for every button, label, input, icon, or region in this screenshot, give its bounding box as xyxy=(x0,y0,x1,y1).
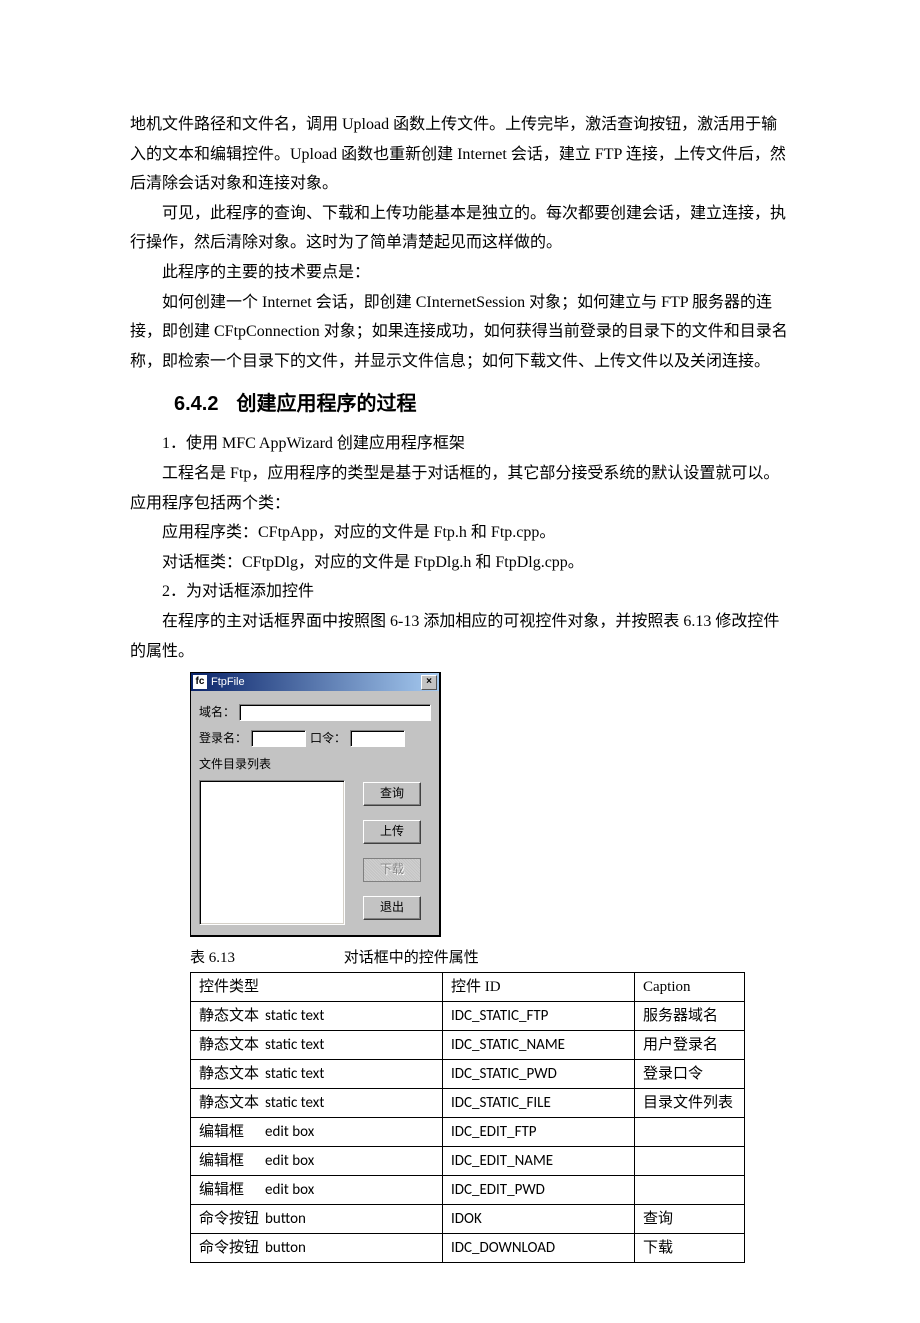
figure-dialog: fc FtpFile × 域名： 登录名： 口令： 文件目录列表 xyxy=(190,672,790,937)
table-row: 命令按钮buttonIDOK查询 xyxy=(191,1205,745,1234)
table-row: 静态文本static textIDC_STATIC_PWD登录口令 xyxy=(191,1060,745,1089)
label-filelist: 文件目录列表 xyxy=(199,753,271,775)
cell-type: 编辑框edit box xyxy=(191,1176,443,1205)
step-1-title: 1．使用 MFC AppWizard 创建应用程序框架 xyxy=(130,429,790,459)
table-row: 静态文本static textIDC_STATIC_FTP服务器域名 xyxy=(191,1002,745,1031)
th-id: 控件 ID xyxy=(443,973,635,1002)
ftpfile-dialog: fc FtpFile × 域名： 登录名： 口令： 文件目录列表 xyxy=(190,672,441,937)
table-caption: 表 6.13 对话框中的控件属性 xyxy=(190,945,790,973)
table-row: 编辑框edit boxIDC_EDIT_FTP xyxy=(191,1118,745,1147)
cell-caption: 目录文件列表 xyxy=(635,1089,745,1118)
label-login: 登录名： xyxy=(199,727,247,749)
input-domain[interactable] xyxy=(239,704,431,721)
cell-type: 静态文本static text xyxy=(191,1060,443,1089)
cell-type: 编辑框edit box xyxy=(191,1147,443,1176)
cell-id: IDC_EDIT_NAME xyxy=(443,1147,635,1176)
step-1-desc: 工程名是 Ftp，应用程序的类型是基于对话框的，其它部分接受系统的默认设置就可以… xyxy=(130,459,790,518)
page: 地机文件路径和文件名，调用 Upload 函数上传文件。上传完毕，激活查询按钮，… xyxy=(0,0,920,1323)
cell-id: IDC_EDIT_PWD xyxy=(443,1176,635,1205)
table-row: 编辑框edit boxIDC_EDIT_PWD xyxy=(191,1176,745,1205)
table-row: 静态文本static textIDC_STATIC_NAME用户登录名 xyxy=(191,1031,745,1060)
cell-type: 命令按钮button xyxy=(191,1205,443,1234)
row-login: 登录名： 口令： xyxy=(199,727,431,749)
row-filelist-label: 文件目录列表 xyxy=(199,753,431,775)
cell-type: 命令按钮button xyxy=(191,1234,443,1263)
cell-id: IDC_STATIC_NAME xyxy=(443,1031,635,1060)
input-login[interactable] xyxy=(251,730,306,747)
exit-button[interactable]: 退出 xyxy=(363,896,421,920)
cell-id: IDC_STATIC_PWD xyxy=(443,1060,635,1089)
input-password[interactable] xyxy=(350,730,405,747)
cell-caption xyxy=(635,1176,745,1205)
table-header-row: 控件类型 控件 ID Caption xyxy=(191,973,745,1002)
dialog-titlebar: fc FtpFile × xyxy=(191,673,439,691)
button-column: 查询 上传 下载 退出 xyxy=(363,780,421,925)
section-heading: 6.4.2 创建应用程序的过程 xyxy=(174,386,790,423)
cell-type: 静态文本static text xyxy=(191,1089,443,1118)
section-title: 创建应用程序的过程 xyxy=(236,393,416,415)
cell-type: 编辑框edit box xyxy=(191,1118,443,1147)
cell-caption xyxy=(635,1118,745,1147)
paragraph-2: 可见，此程序的查询、下载和上传功能基本是独立的。每次都要创建会话，建立连接，执行… xyxy=(130,199,790,258)
query-button[interactable]: 查询 xyxy=(363,782,421,806)
label-password: 口令： xyxy=(310,727,346,749)
table-row: 编辑框edit boxIDC_EDIT_NAME xyxy=(191,1147,745,1176)
cell-caption: 登录口令 xyxy=(635,1060,745,1089)
cell-type: 静态文本static text xyxy=(191,1002,443,1031)
paragraph-4: 如何创建一个 Internet 会话，即创建 CInternetSession … xyxy=(130,288,790,377)
cell-id: IDOK xyxy=(443,1205,635,1234)
step-1-class-dlg: 对话框类：CFtpDlg，对应的文件是 FtpDlg.h 和 FtpDlg.cp… xyxy=(130,548,790,578)
dialog-title: FtpFile xyxy=(211,672,421,692)
cell-caption xyxy=(635,1147,745,1176)
label-domain: 域名： xyxy=(199,701,235,723)
cell-caption: 下载 xyxy=(635,1234,745,1263)
controls-table: 控件类型 控件 ID Caption 静态文本static textIDC_ST… xyxy=(190,972,745,1263)
cell-type: 静态文本static text xyxy=(191,1031,443,1060)
cell-id: IDC_DOWNLOAD xyxy=(443,1234,635,1263)
cell-id: IDC_STATIC_FILE xyxy=(443,1089,635,1118)
download-button[interactable]: 下载 xyxy=(363,858,421,882)
close-icon[interactable]: × xyxy=(421,675,437,690)
step-1-class-app: 应用程序类：CFtpApp，对应的文件是 Ftp.h 和 Ftp.cpp。 xyxy=(130,518,790,548)
table-row: 命令按钮buttonIDC_DOWNLOAD下载 xyxy=(191,1234,745,1263)
upload-button[interactable]: 上传 xyxy=(363,820,421,844)
paragraph-3: 此程序的主要的技术要点是： xyxy=(130,258,790,288)
dialog-body: 域名： 登录名： 口令： 文件目录列表 查询 上传 xyxy=(191,691,439,935)
row-domain: 域名： xyxy=(199,701,431,723)
cell-caption: 用户登录名 xyxy=(635,1031,745,1060)
table-row: 静态文本static textIDC_STATIC_FILE目录文件列表 xyxy=(191,1089,745,1118)
lower-area: 查询 上传 下载 退出 xyxy=(199,780,431,925)
paragraph-1: 地机文件路径和文件名，调用 Upload 函数上传文件。上传完毕，激活查询按钮，… xyxy=(130,110,790,199)
cell-caption: 服务器域名 xyxy=(635,1002,745,1031)
cell-id: IDC_EDIT_FTP xyxy=(443,1118,635,1147)
app-icon: fc xyxy=(193,675,207,689)
table-title: 对话框中的控件属性 xyxy=(344,950,479,966)
th-caption: Caption xyxy=(635,973,745,1002)
step-2-title: 2．为对话框添加控件 xyxy=(130,577,790,607)
table-number: 表 6.13 xyxy=(190,945,340,973)
cell-id: IDC_STATIC_FTP xyxy=(443,1002,635,1031)
th-type: 控件类型 xyxy=(191,973,443,1002)
file-listbox[interactable] xyxy=(199,780,345,925)
step-2-desc: 在程序的主对话框界面中按照图 6-13 添加相应的可视控件对象，并按照表 6.1… xyxy=(130,607,790,666)
section-number: 6.4.2 xyxy=(174,393,218,415)
cell-caption: 查询 xyxy=(635,1205,745,1234)
